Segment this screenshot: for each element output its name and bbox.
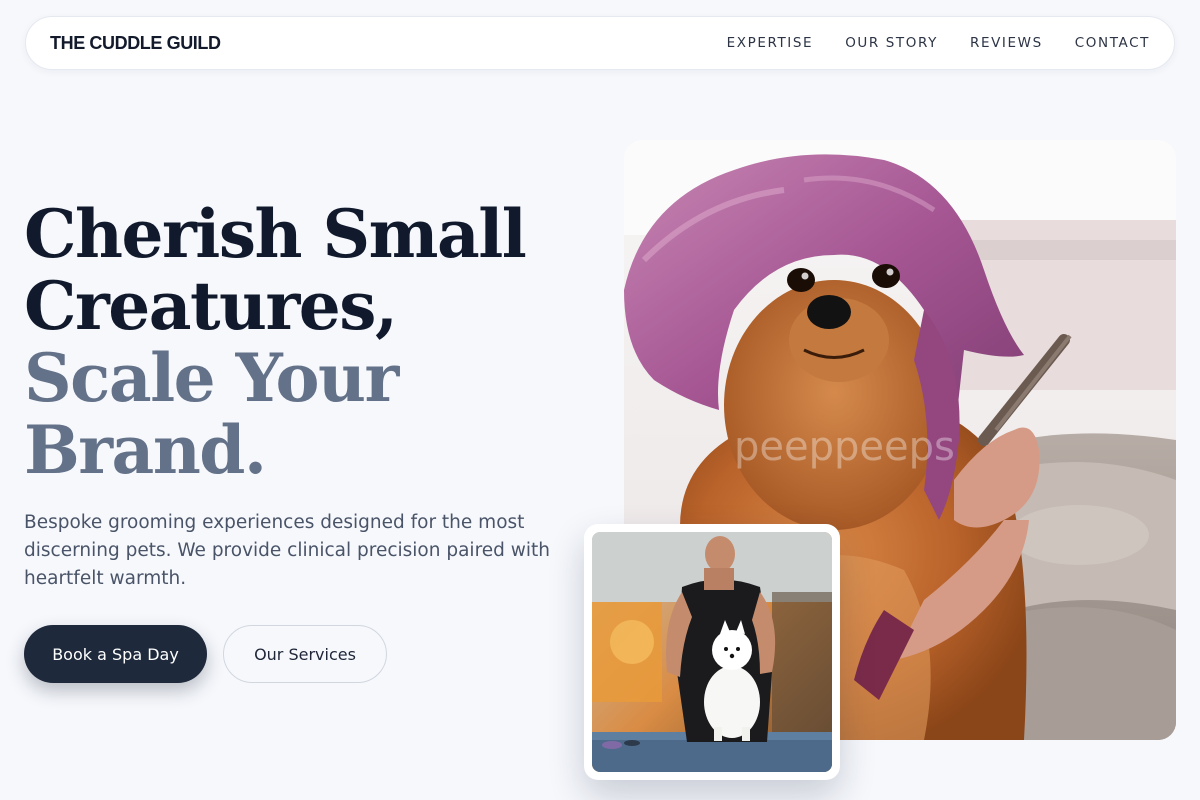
headline-line-3: Scale Your bbox=[24, 339, 399, 417]
our-services-button[interactable]: Our Services bbox=[223, 625, 387, 683]
nav-links: EXPERTISE OUR STORY REVIEWS CONTACT bbox=[727, 35, 1150, 51]
nav-link-contact[interactable]: CONTACT bbox=[1075, 35, 1150, 51]
nav-link-our-story[interactable]: OUR STORY bbox=[845, 35, 938, 51]
brand-logo[interactable]: THE CUDDLE GUILD bbox=[50, 33, 221, 54]
hero-headline: Cherish Small Creatures, Scale Your Bran… bbox=[24, 198, 584, 486]
headline-line-1: Cherish Small bbox=[24, 195, 527, 273]
nav-link-reviews[interactable]: REVIEWS bbox=[970, 35, 1043, 51]
groomer-spitz-illustration bbox=[592, 532, 832, 772]
headline-line-4: Brand. bbox=[24, 411, 267, 489]
nav-link-expertise[interactable]: EXPERTISE bbox=[727, 35, 814, 51]
watermark-text: peeppeeps bbox=[734, 424, 955, 470]
groomer-photo-card bbox=[584, 524, 840, 780]
top-navbar: THE CUDDLE GUILD EXPERTISE OUR STORY REV… bbox=[25, 16, 1175, 70]
groomer-photo bbox=[592, 532, 832, 772]
hero-description: Bespoke grooming experiences designed fo… bbox=[24, 512, 551, 589]
headline-line-2: Creatures, bbox=[24, 267, 398, 345]
book-spa-day-button[interactable]: Book a Spa Day bbox=[24, 625, 207, 683]
